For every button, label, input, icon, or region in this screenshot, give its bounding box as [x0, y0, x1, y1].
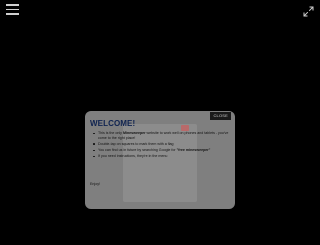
fullscreen-button[interactable]	[303, 4, 314, 17]
list-item: If you need instructions, they're in the…	[93, 154, 231, 159]
dialog-title: WELCOME!	[90, 119, 136, 128]
close-button[interactable]: CLOSE	[210, 112, 231, 120]
list-item: You can find us in future by searching G…	[93, 148, 231, 153]
list-item: Double-tap on squares to mark them with …	[93, 142, 231, 147]
game-screen: CLOSE WELCOME! This is the only Mineswee…	[0, 0, 320, 245]
welcome-list: This is the only Minesweeper website to …	[90, 131, 231, 160]
hamburger-icon-bar	[6, 13, 19, 15]
fullscreen-icon	[303, 6, 314, 17]
welcome-dialog: CLOSE WELCOME! This is the only Mineswee…	[85, 111, 235, 209]
menu-button[interactable]	[6, 4, 20, 16]
list-item: This is the only Minesweeper website to …	[93, 131, 231, 140]
hamburger-icon-bar	[6, 8, 19, 10]
signoff-text: Enjoy!	[90, 182, 100, 186]
hamburger-icon	[6, 4, 19, 6]
